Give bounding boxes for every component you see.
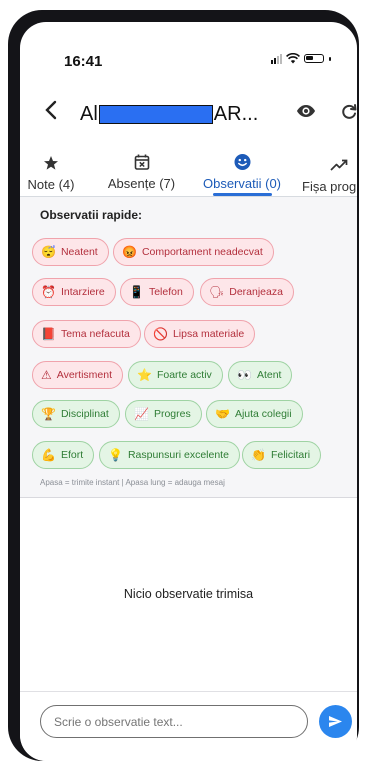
angry-face-icon: 😡 [122,245,137,259]
chip-tema-nefacuta[interactable]: 📕 Tema nefacuta [32,320,141,348]
trophy-icon: 🏆 [41,407,56,421]
quick-observations-title: Observatii rapide: [40,208,143,222]
tab-bar: Note (4) Absențe (7) Observatii (0) Fișa… [20,148,357,197]
speaking-head-icon: 🗣 [209,285,225,299]
eyes-icon: 👀 [237,368,252,382]
observation-input[interactable] [40,705,308,738]
tab-fisa-progres[interactable]: Fișa progr [302,148,357,196]
app-bar: Al AR... [20,96,357,136]
chip-comportament-neadecvat[interactable]: 😡 Comportament neadecvat [113,238,274,266]
chip-neatent[interactable]: 😴 Neatent [32,238,109,266]
prohibited-icon: 🚫 [153,327,168,341]
empty-state-message: Nicio observatie trimisa [123,587,254,601]
chevron-left-icon [45,100,57,120]
smiley-icon [234,154,250,170]
warning-icon: ⚠ [41,368,52,382]
status-bar: 16:41 [20,22,357,70]
trending-up-icon [330,159,348,171]
refresh-icon [342,104,357,119]
light-bulb-icon: 💡 [108,448,123,462]
send-icon [329,716,342,727]
wifi-icon [286,53,300,64]
chip-intarziere[interactable]: ⏰ Intarziere [32,278,116,306]
page-title: Al AR... [80,103,259,125]
chip-atent[interactable]: 👀 Atent [228,361,293,389]
chip-lipsa-materiale[interactable]: 🚫 Lipsa materiale [144,320,256,348]
refresh-button[interactable] [340,103,357,126]
chip-foarte-activ[interactable]: ⭐ Foarte activ [128,361,223,389]
send-button[interactable] [319,705,352,738]
quick-observations-panel: Observatii rapide: 😴 Neatent 😡 Comportamen… [20,197,357,498]
handshake-icon: 🤝 [215,407,230,421]
chip-felicitari[interactable]: 👏 Felicitari [242,441,322,469]
app-screen: 16:41 Al AR... Note (4) Absențe (7) Obse… [20,22,357,761]
chip-raspunsuri-excelente[interactable]: 💡 Raspunsuri excelente [99,441,240,469]
red-book-icon: 📕 [41,327,56,341]
flexed-arm-icon: 💪 [41,448,56,462]
sleepy-face-icon: 😴 [41,245,56,259]
status-time: 16:41 [64,53,103,70]
phone-icon: 📱 [129,285,144,299]
active-tab-indicator [213,193,272,196]
composer-bar [20,691,357,761]
chip-ajuta-colegii[interactable]: 🤝 Ajuta colegii [206,400,303,428]
chip-disciplinat[interactable]: 🏆 Disciplinat [32,400,120,428]
battery-icon [304,54,324,63]
chip-efort[interactable]: 💪 Efort [32,441,95,469]
eye-button[interactable] [296,104,316,123]
chip-deranjeaza[interactable]: 🗣 Deranjeaza [200,278,294,306]
redacted-name [98,104,213,124]
calendar-x-icon [134,154,149,170]
tab-observatii[interactable]: Observatii (0) [194,148,290,196]
eye-icon [297,105,315,117]
tab-absente[interactable]: Absențe (7) [98,148,185,196]
alarm-clock-icon: ⏰ [41,285,56,299]
back-button[interactable] [44,98,58,124]
quick-observations-hint: Apasa = trimite instant | Apasa lung = a… [40,478,225,487]
chip-avertisment[interactable]: ⚠ Avertisment [32,361,124,389]
star-icon [44,156,58,170]
tab-note[interactable]: Note (4) [20,148,82,196]
phone-frame: 16:41 Al AR... Note (4) Absențe (7) Obse… [8,10,359,761]
star-icon: ⭐ [137,368,152,382]
clapping-hands-icon: 👏 [251,448,266,462]
chart-up-icon: 📈 [134,407,149,421]
signal-icon [271,53,282,64]
status-icons [271,53,331,64]
chip-telefon[interactable]: 📱 Telefon [120,278,194,306]
chip-progres[interactable]: 📈 Progres [125,400,202,428]
